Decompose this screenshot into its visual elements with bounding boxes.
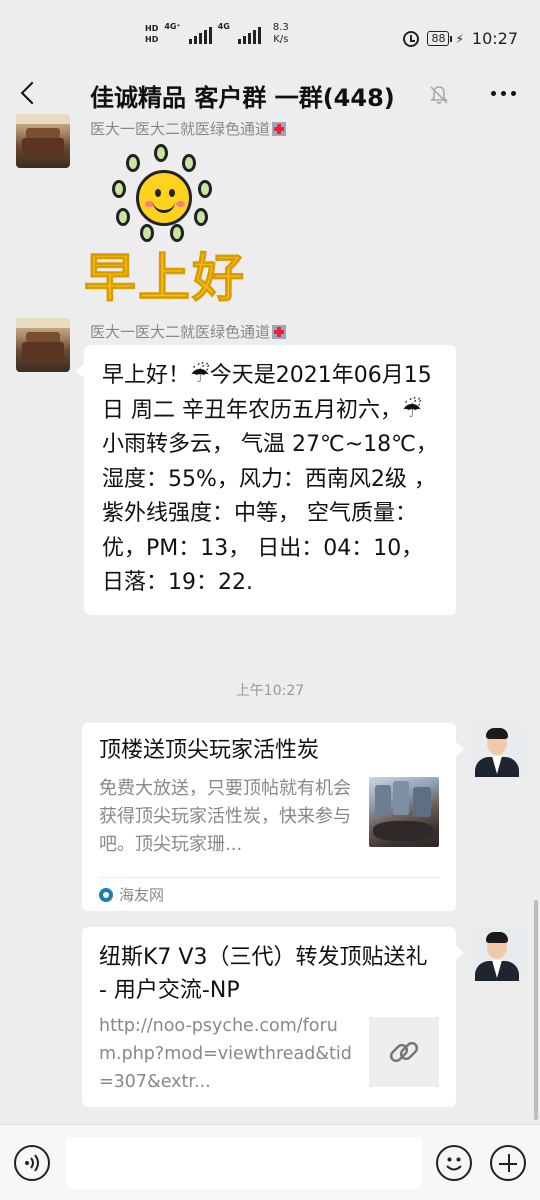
back-arrow-icon[interactable] bbox=[14, 76, 44, 110]
sender-name-text: 医大一医大二就医绿色通道 bbox=[90, 323, 271, 341]
hd-badge: HD bbox=[145, 24, 159, 33]
source-icon bbox=[99, 887, 113, 902]
sender-name: 医大一医大二就医绿色通道 bbox=[90, 321, 287, 342]
emoji-button[interactable] bbox=[436, 1145, 472, 1181]
status-bar: HD HD 4G⁺ 4G 8.3 K/s 88 ⚡ 10:27 bbox=[0, 0, 540, 62]
card-title: 纽斯K7 V3（三代）转发顶贴送礼 - 用户交流-NP bbox=[99, 945, 428, 1003]
chat-header: 佳诚精品 客户群 一群(448) bbox=[0, 62, 540, 124]
sticker-message[interactable]: 早上好 bbox=[83, 140, 254, 310]
network-speed-unit: K/s bbox=[273, 34, 289, 45]
text-message-bubble[interactable]: 早上好！☔今天是2021年06月15日 周二 辛丑年农历五月初六，☔小雨转多云，… bbox=[76, 345, 456, 615]
hospital-icon bbox=[272, 122, 287, 136]
message-timestamp: 上午10:27 bbox=[235, 683, 305, 699]
card-description: http://noo-psyche.com/forum.php?mod=view… bbox=[99, 1016, 352, 1092]
hospital-icon bbox=[272, 325, 287, 339]
network-type-label: 4G bbox=[217, 22, 230, 31]
signal-icon bbox=[237, 24, 261, 44]
card-thumbnail bbox=[369, 1017, 439, 1087]
avatar[interactable] bbox=[470, 927, 524, 981]
mute-bell-icon bbox=[430, 86, 448, 104]
card-source-name: 海友网 bbox=[119, 886, 165, 904]
link-icon bbox=[389, 1041, 419, 1063]
hd-badge: HD bbox=[145, 35, 159, 44]
hd-badges: HD HD bbox=[145, 24, 158, 44]
more-icon[interactable] bbox=[491, 91, 516, 96]
card-source: 海友网 bbox=[99, 877, 439, 911]
network-speed-value: 8.3 bbox=[272, 22, 289, 33]
charging-icon: ⚡ bbox=[455, 31, 464, 46]
sender-name: 医大一医大二就医绿色通道 bbox=[90, 118, 287, 139]
message-input[interactable] bbox=[66, 1137, 422, 1189]
emoji-icon bbox=[446, 1157, 462, 1171]
avatar[interactable] bbox=[16, 114, 70, 168]
link-card[interactable]: 纽斯K7 V3（三代）转发顶贴送礼 - 用户交流-NP http://noo-p… bbox=[82, 927, 464, 1107]
voice-button[interactable] bbox=[14, 1145, 50, 1181]
voice-icon bbox=[25, 1154, 39, 1172]
sun-icon bbox=[136, 170, 192, 226]
input-bar bbox=[0, 1124, 540, 1200]
avatar[interactable] bbox=[470, 723, 524, 777]
network-type-label: 4G⁺ bbox=[164, 22, 181, 31]
card-description: 免费大放送，只要顶帖就有机会获得顶尖玩家活性炭，快来参与吧。顶尖玩家珊... bbox=[99, 778, 351, 855]
link-card[interactable]: 顶楼送顶尖玩家活性炭 免费大放送，只要顶帖就有机会获得顶尖玩家活性炭，快来参与吧… bbox=[82, 723, 464, 911]
status-left: HD HD 4G⁺ 4G 8.3 K/s bbox=[145, 22, 289, 46]
card-title: 顶楼送顶尖玩家活性炭 bbox=[99, 738, 320, 763]
chat-title: 佳诚精品 客户群 一群(448) bbox=[90, 84, 395, 112]
network-speed: 8.3 K/s bbox=[273, 22, 289, 46]
avatar[interactable] bbox=[16, 318, 70, 372]
sticker-text: 早上好 bbox=[83, 249, 247, 310]
sender-name-text: 医大一医大二就医绿色通道 bbox=[90, 120, 271, 138]
scrollbar[interactable] bbox=[534, 900, 538, 1120]
status-time: 10:27 bbox=[471, 29, 518, 48]
alarm-icon bbox=[403, 30, 420, 47]
battery-icon: 88 bbox=[427, 31, 453, 46]
plus-button[interactable] bbox=[490, 1145, 526, 1181]
card-thumbnail bbox=[369, 777, 439, 847]
signal-icon bbox=[188, 24, 212, 44]
status-right: 88 ⚡ 10:27 bbox=[403, 29, 518, 48]
